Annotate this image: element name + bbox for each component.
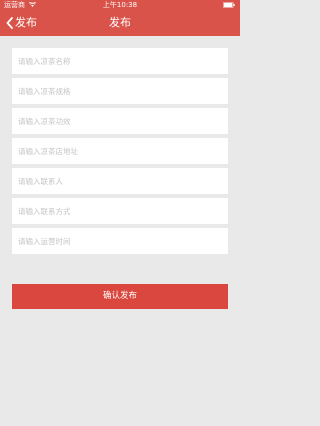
publish-form — [12, 48, 228, 258]
contact-method-input[interactable] — [12, 198, 228, 224]
page-title: 发布 — [109, 16, 131, 29]
tea-name-input[interactable] — [12, 48, 228, 74]
status-time: 上午10:38 — [102, 1, 138, 9]
operating-hours-input[interactable] — [12, 228, 228, 254]
shop-address-input[interactable] — [12, 138, 228, 164]
tea-spec-input[interactable] — [12, 78, 228, 104]
nav-bar: 发布 发布 — [0, 10, 240, 36]
battery-icon — [223, 2, 235, 8]
status-bar: 运营商 上午10:38 — [0, 0, 240, 10]
tea-effect-input[interactable] — [12, 108, 228, 134]
contact-person-input[interactable] — [12, 168, 228, 194]
confirm-publish-button[interactable]: 确认发布 — [12, 284, 228, 309]
